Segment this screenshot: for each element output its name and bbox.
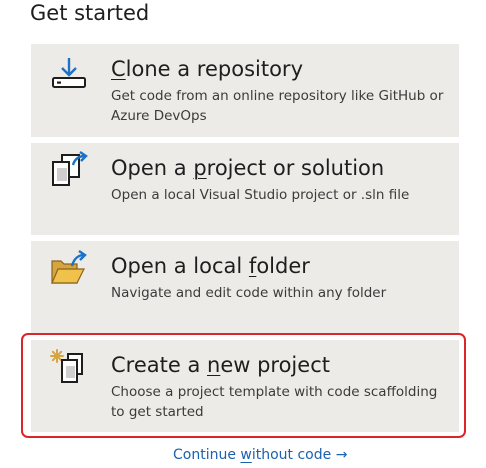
open-project-title: Open a project or solution xyxy=(111,156,385,180)
open-project-description: Open a local Visual Studio project or .s… xyxy=(111,187,410,203)
open-project-icon xyxy=(49,151,89,191)
open-folder-title: Open a local folder xyxy=(111,254,310,278)
clone-repository-button[interactable]: Clone a repository Get code from an onli… xyxy=(31,44,459,137)
selection-highlight xyxy=(21,333,466,438)
get-started-page: Get started Clone a repository Get code … xyxy=(0,0,486,468)
open-folder-button[interactable]: Open a local folder Navigate and edit co… xyxy=(31,241,459,334)
page-title: Get started xyxy=(30,1,150,25)
arrow-right-icon: → xyxy=(335,447,348,463)
download-repository-icon xyxy=(49,56,89,96)
clone-repository-description: Get code from an online repository like … xyxy=(111,88,444,124)
clone-repository-title: Clone a repository xyxy=(111,57,303,81)
open-folder-description: Navigate and edit code within any folder xyxy=(111,285,387,301)
continue-without-code-link[interactable]: Continue without code → xyxy=(173,445,347,465)
open-project-button[interactable]: Open a project or solution Open a local … xyxy=(31,143,459,235)
open-folder-icon xyxy=(49,249,89,289)
